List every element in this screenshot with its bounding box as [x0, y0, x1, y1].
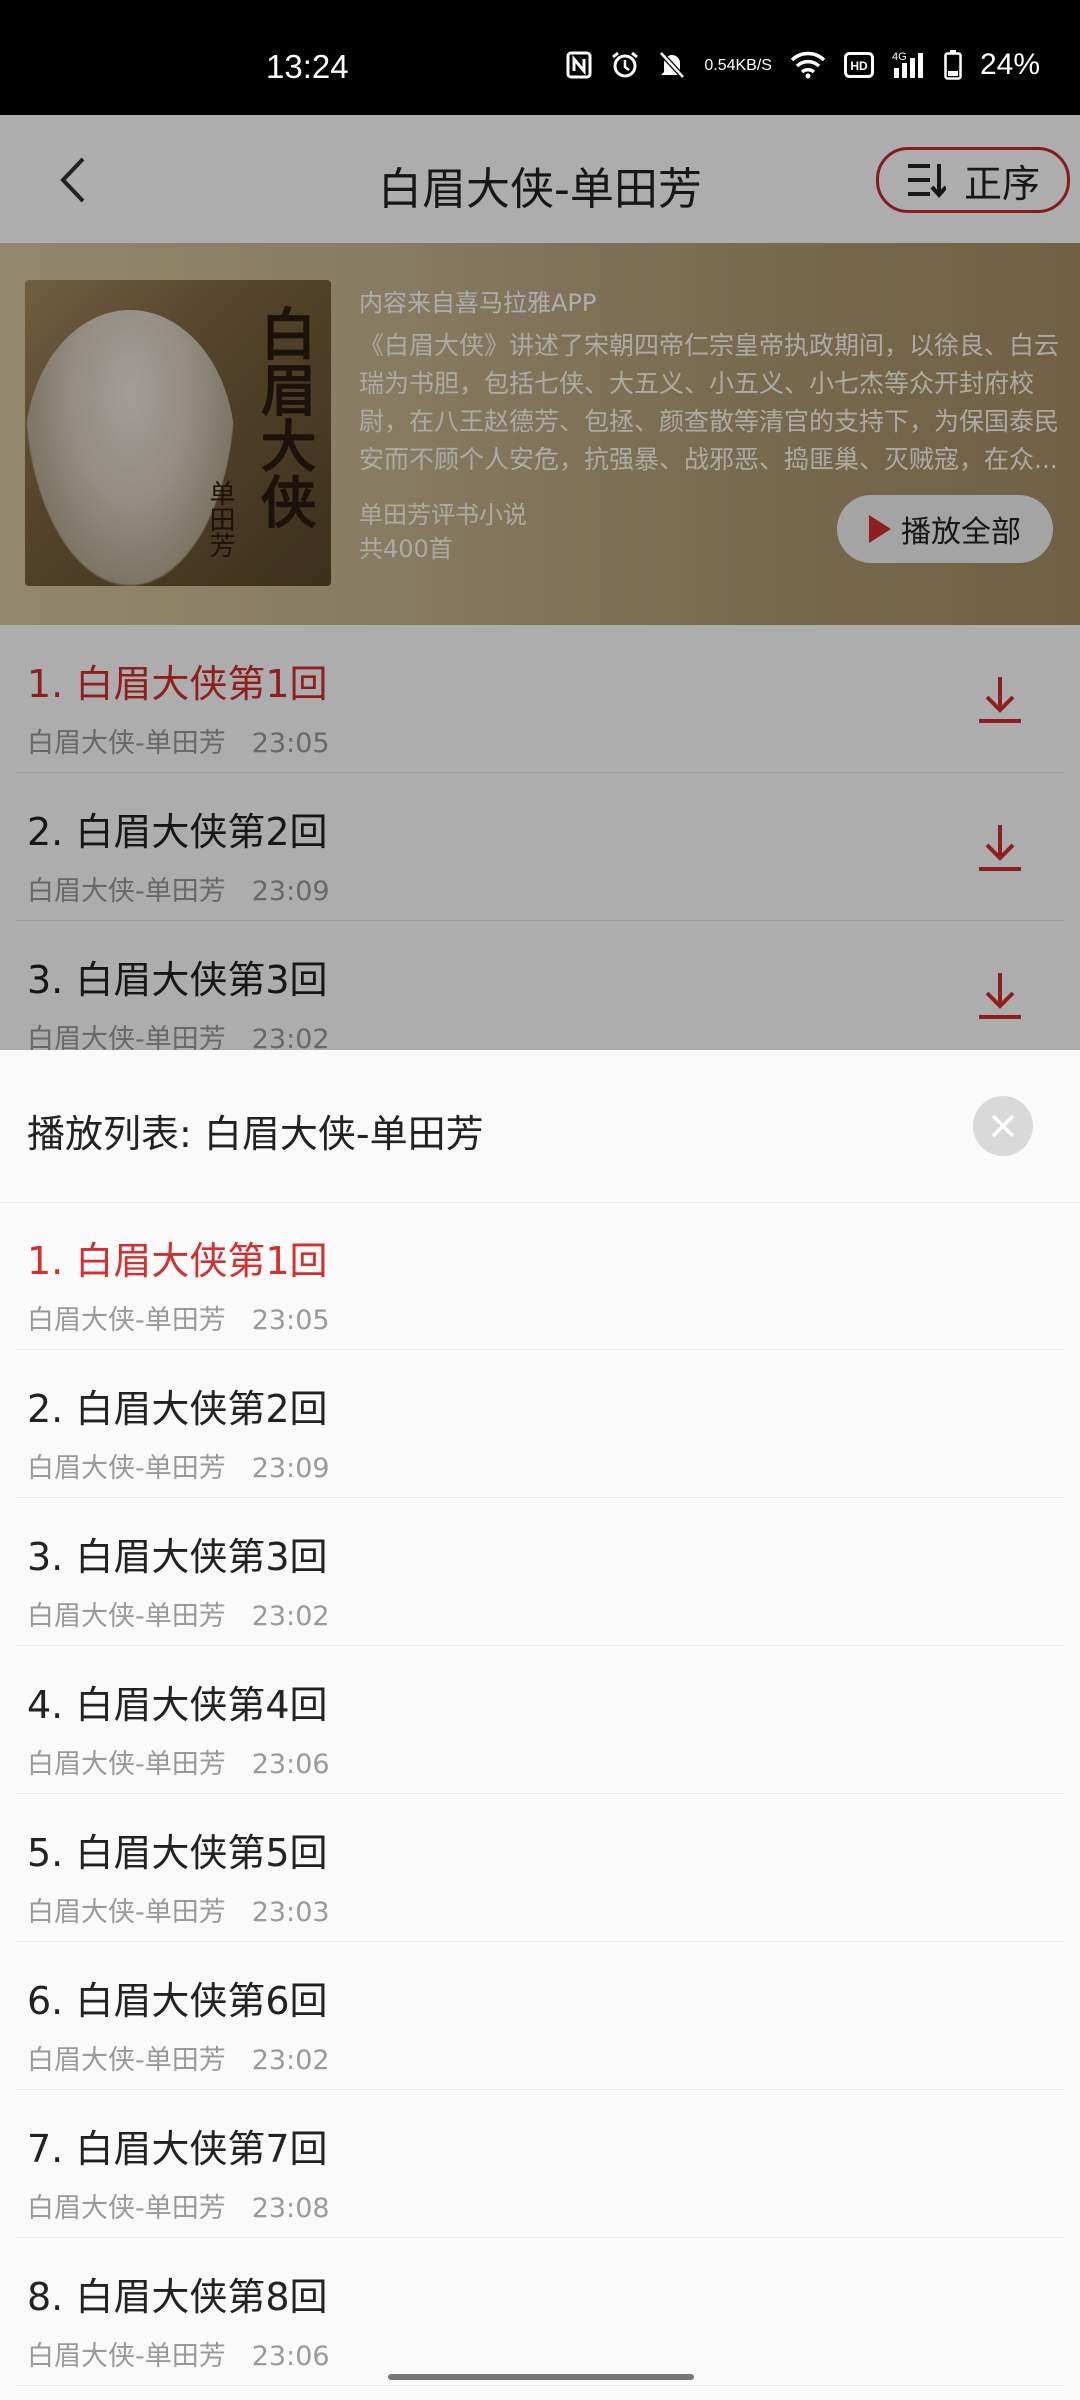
track-duration: 23:06 — [251, 2341, 330, 2372]
playlist-sheet: 播放列表: 白眉大侠-单田芳 1. 白眉大侠第1回 白眉大侠-单田芳 23:05 … — [0, 1050, 1080, 2400]
home-indicator[interactable] — [388, 2374, 694, 2380]
battery-icon — [944, 50, 962, 80]
playlist-title: 播放列表: 白眉大侠-单田芳 — [27, 1112, 484, 1156]
close-icon — [991, 1114, 1015, 1138]
track-album: 白眉大侠-单田芳 — [27, 1305, 226, 1336]
playlist-item[interactable]: 4. 白眉大侠第4回 白眉大侠-单田芳 23:06 — [15, 1646, 1065, 1794]
track-title: 3. 白眉大侠第3回 — [27, 1535, 328, 1579]
playlist-header: 播放列表: 白眉大侠-单田芳 — [0, 1050, 1080, 1203]
network-type: 4G — [892, 51, 907, 63]
track-duration: 23:05 — [251, 1305, 330, 1336]
track-duration: 23:08 — [251, 2193, 330, 2224]
track-meta: 白眉大侠-单田芳 23:06 — [27, 1742, 356, 1781]
track-meta: 白眉大侠-单田芳 23:08 — [27, 2186, 356, 2225]
status-time: 13:24 — [266, 48, 349, 85]
track-title: 2. 白眉大侠第2回 — [27, 1387, 328, 1431]
track-album: 白眉大侠-单田芳 — [27, 2045, 226, 2076]
track-meta: 白眉大侠-单田芳 23:02 — [27, 2038, 356, 2077]
track-meta: 白眉大侠-单田芳 23:06 — [27, 2334, 356, 2373]
track-duration: 23:06 — [251, 1749, 330, 1780]
track-title: 8. 白眉大侠第8回 — [27, 2275, 328, 2319]
playlist-item[interactable]: 5. 白眉大侠第5回 白眉大侠-单田芳 23:03 — [15, 1794, 1065, 1942]
playlist-item[interactable]: 6. 白眉大侠第6回 白眉大侠-单田芳 23:02 — [15, 1942, 1065, 2090]
track-meta: 白眉大侠-单田芳 23:02 — [27, 1594, 356, 1633]
track-duration: 23:02 — [251, 2045, 330, 2076]
nfc-icon — [566, 51, 592, 79]
track-album: 白眉大侠-单田芳 — [27, 1897, 226, 1928]
net-speed-unit: KB/S — [735, 56, 772, 74]
playlist-item[interactable]: 8. 白眉大侠第8回 白眉大侠-单田芳 23:06 — [15, 2238, 1065, 2386]
mute-bell-icon — [658, 50, 686, 80]
track-duration: 23:09 — [251, 1453, 330, 1484]
track-album: 白眉大侠-单田芳 — [27, 1453, 226, 1484]
track-album: 白眉大侠-单田芳 — [27, 1601, 226, 1632]
wifi-icon — [790, 51, 826, 79]
track-album: 白眉大侠-单田芳 — [27, 2341, 226, 2372]
playlist-item[interactable]: 2. 白眉大侠第2回 白眉大侠-单田芳 23:09 — [15, 1350, 1065, 1498]
net-speed: 0.54 KB/S — [704, 56, 772, 74]
net-speed-value: 0.54 — [704, 56, 736, 74]
track-album: 白眉大侠-单田芳 — [27, 2193, 226, 2224]
track-meta: 白眉大侠-单田芳 23:05 — [27, 1298, 356, 1337]
track-title: 5. 白眉大侠第5回 — [27, 1831, 328, 1875]
svg-text:HD: HD — [850, 59, 868, 73]
playlist-item[interactable]: 7. 白眉大侠第7回 白眉大侠-单田芳 23:08 — [15, 2090, 1065, 2238]
track-title: 7. 白眉大侠第7回 — [27, 2127, 328, 2171]
track-meta: 白眉大侠-单田芳 23:09 — [27, 1446, 356, 1485]
track-title: 4. 白眉大侠第4回 — [27, 1683, 328, 1727]
battery-level: 24% — [979, 48, 1040, 81]
close-button[interactable] — [973, 1096, 1033, 1156]
track-duration: 23:03 — [251, 1897, 330, 1928]
status-icons: 0.54 KB/S HD 4G 24% — [566, 48, 1040, 82]
playlist-items: 1. 白眉大侠第1回 白眉大侠-单田芳 23:05 2. 白眉大侠第2回 白眉大侠… — [0, 1202, 1080, 2386]
track-title: 6. 白眉大侠第6回 — [27, 1979, 328, 2023]
track-album: 白眉大侠-单田芳 — [27, 1749, 226, 1780]
track-meta: 白眉大侠-单田芳 23:03 — [27, 1890, 356, 1929]
hd-icon: HD — [843, 52, 874, 78]
cellular-icon: 4G — [892, 50, 926, 80]
status-bar: 13:24 0.54 KB/S HD 4G 24% — [0, 0, 1080, 115]
playlist-item[interactable]: 1. 白眉大侠第1回 白眉大侠-单田芳 23:05 — [15, 1202, 1065, 1350]
modal-backdrop[interactable] — [0, 115, 1080, 1050]
track-duration: 23:02 — [251, 1601, 330, 1632]
playlist-item[interactable]: 3. 白眉大侠第3回 白眉大侠-单田芳 23:02 — [15, 1498, 1065, 1646]
track-title: 1. 白眉大侠第1回 — [27, 1239, 328, 1283]
alarm-icon — [610, 50, 640, 80]
